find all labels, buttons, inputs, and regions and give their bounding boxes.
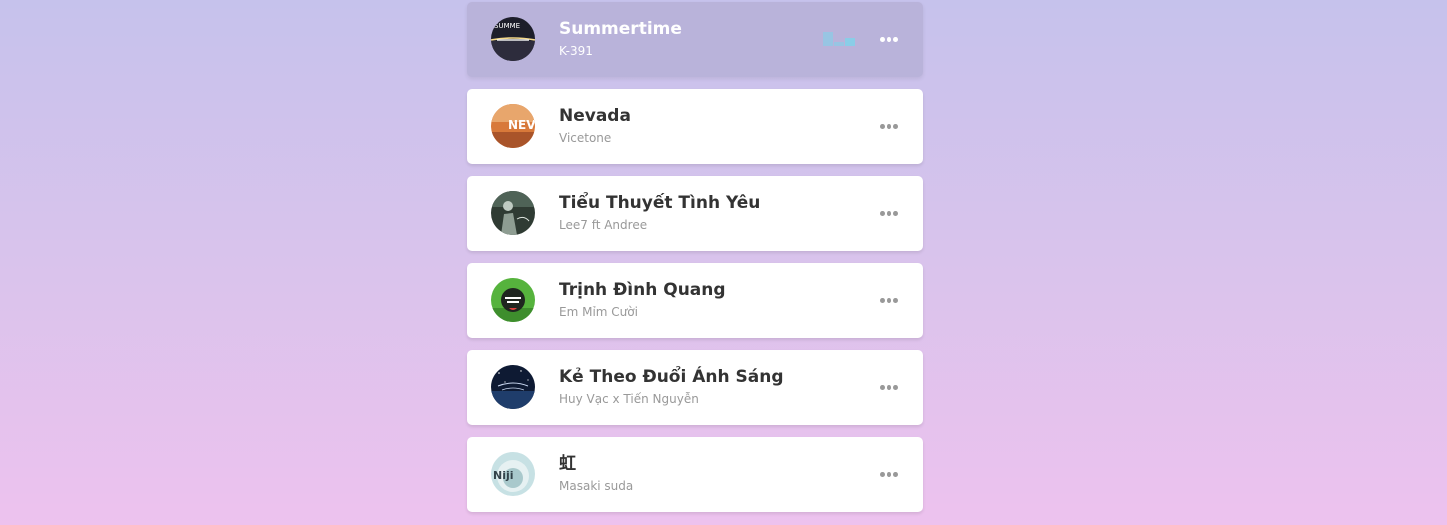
song-author: Masaki suda — [559, 479, 634, 493]
song-thumbnail: Niji — [491, 452, 535, 496]
song-title: Kẻ Theo Đuổi Ánh Sáng — [559, 367, 784, 387]
more-options-button[interactable] — [879, 30, 899, 48]
summertime-artwork-text: SUMME — [494, 22, 520, 30]
song-title: Tiểu Thuyết Tình Yêu — [559, 193, 761, 213]
song-item-niji[interactable]: Niji 虹 Masaki suda — [467, 437, 923, 512]
more-options-button[interactable] — [879, 465, 899, 483]
song-author: K-391 — [559, 44, 593, 58]
song-thumbnail — [491, 191, 535, 235]
song-item-nevada[interactable]: NEVA Nevada Vicetone — [467, 89, 923, 164]
song-author: Huy Vạc x Tiến Nguyễn — [559, 392, 699, 406]
song-thumbnail — [491, 365, 535, 409]
song-item-ke-theo-duoi-anh-sang[interactable]: Kẻ Theo Đuổi Ánh Sáng Huy Vạc x Tiến Ngu… — [467, 350, 923, 425]
equalizer-icon — [823, 30, 855, 46]
song-title: Nevada — [559, 106, 631, 126]
more-options-button[interactable] — [879, 204, 899, 222]
playlist: SUMME Summertime K-391 NEVA Nevada — [467, 2, 923, 524]
song-title: Trịnh Đình Quang — [559, 280, 726, 300]
song-author: Lee7 ft Andree — [559, 218, 648, 232]
more-options-button[interactable] — [879, 378, 899, 396]
song-thumbnail: SUMME — [491, 17, 535, 61]
song-item-trinh-dinh-quang[interactable]: Trịnh Đình Quang Em Mỉm Cười — [467, 263, 923, 338]
song-author: Em Mỉm Cười — [559, 305, 638, 319]
song-thumbnail — [491, 278, 535, 322]
song-title: 虹 — [559, 454, 576, 474]
niji-artwork-text: Niji — [493, 469, 514, 482]
nevada-artwork-text: NEVA — [508, 118, 535, 132]
song-item-tieu-thuyet-tinh-yeu[interactable]: Tiểu Thuyết Tình Yêu Lee7 ft Andree — [467, 176, 923, 251]
more-options-button[interactable] — [879, 117, 899, 135]
song-item-summertime[interactable]: SUMME Summertime K-391 — [467, 2, 923, 77]
song-author: Vicetone — [559, 131, 612, 145]
song-title: Summertime — [559, 19, 682, 39]
song-thumbnail: NEVA — [491, 104, 535, 148]
more-options-button[interactable] — [879, 291, 899, 309]
